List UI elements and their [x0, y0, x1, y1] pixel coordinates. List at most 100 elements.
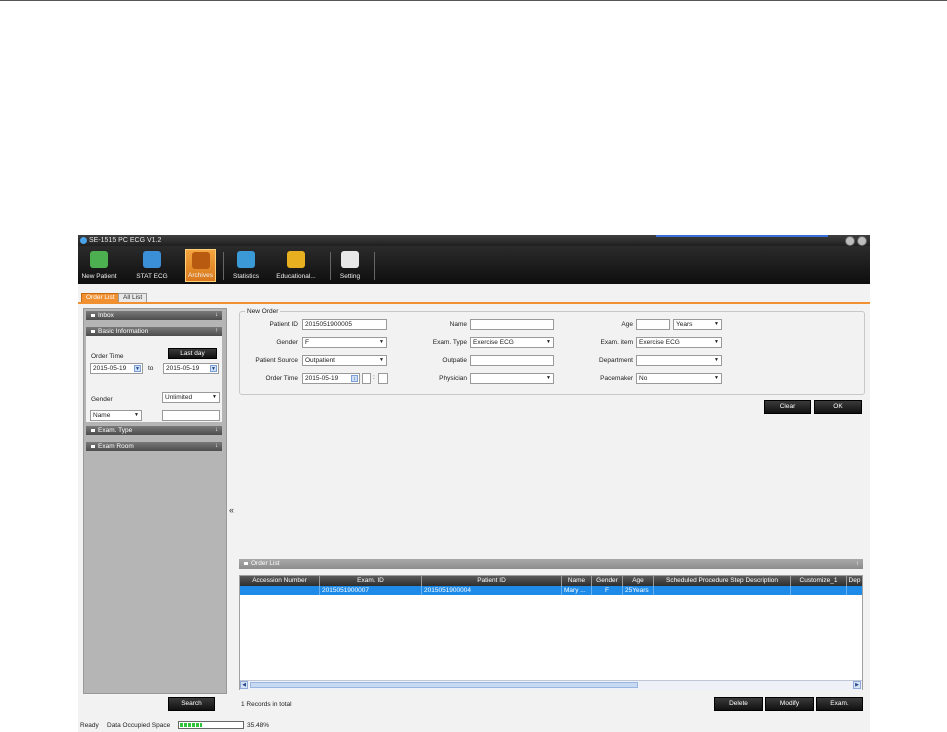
name-search-input[interactable]	[162, 410, 220, 421]
new-patient-label: New Patient	[81, 273, 117, 280]
exam-type-value: Exercise ECG	[473, 339, 514, 346]
new-order-legend: New Order	[245, 308, 281, 315]
table-row[interactable]: 2015051900007 2015051900004 Mary ... F 2…	[240, 586, 862, 595]
title-bar: SE-1515 PC ECG V1.2	[78, 235, 870, 246]
exam-type-select[interactable]: Exercise ECG ▼	[470, 337, 554, 348]
patient-source-select[interactable]: Outpatient ▼	[302, 355, 387, 366]
order-time-value: 2015-05-19	[305, 375, 339, 382]
date-from-value: 2015-05-19	[93, 365, 127, 372]
setting-button[interactable]: Setting	[334, 249, 366, 282]
bullet-icon	[91, 314, 95, 317]
order-time-minute-input[interactable]	[378, 373, 388, 384]
statistics-button[interactable]: Statistics	[228, 249, 264, 282]
order-list-table: Accession Number Exam. ID Patient ID Nam…	[239, 575, 863, 690]
order-time-date[interactable]: 2015-05-19 ↕	[302, 373, 360, 384]
patient-id-input[interactable]: 2015051900005	[302, 319, 387, 330]
bullet-icon	[91, 330, 95, 333]
date-to-picker[interactable]: 2015-05-19 ▼	[163, 363, 219, 374]
tab-underline	[78, 302, 870, 304]
outpatie-input[interactable]	[470, 355, 554, 366]
stat-ecg-button[interactable]: STAT ECG	[132, 249, 172, 282]
educational-label: Educational...	[276, 273, 316, 280]
main-toolbar: New Patient STAT ECG Archives Statistics…	[78, 246, 870, 284]
book-icon	[287, 251, 305, 268]
name-field-select[interactable]: Name ▼	[90, 410, 142, 421]
column-department[interactable]: Dep	[847, 576, 862, 586]
new-order-form: New Order Patient ID 2015051900005 Name …	[239, 308, 865, 395]
gender-label: Gender	[276, 339, 298, 346]
exam-item-select[interactable]: Exercise ECG ▼	[636, 337, 722, 348]
educational-button[interactable]: Educational...	[274, 249, 318, 282]
last-day-button[interactable]: Last day	[168, 348, 217, 359]
minimize-icon[interactable]	[845, 236, 855, 246]
gender-label: Gender	[91, 396, 113, 403]
stat-ecg-label: STAT ECG	[136, 273, 168, 280]
physician-label: Physician	[439, 375, 467, 382]
column-customize-1[interactable]: Customize_1	[791, 576, 847, 586]
physician-select[interactable]: ▼	[470, 373, 554, 384]
search-button[interactable]: Search	[168, 697, 215, 711]
department-select[interactable]: ▼	[636, 355, 722, 366]
scroll-left-icon[interactable]: ◀	[240, 681, 248, 689]
outpatie-label: Outpatie	[442, 357, 467, 364]
column-age[interactable]: Age	[623, 576, 654, 586]
column-patient-id[interactable]: Patient ID	[422, 576, 562, 586]
name-input[interactable]	[470, 319, 554, 330]
order-list-header[interactable]: Order List ↑	[239, 559, 863, 569]
collapse-sidebar-icon[interactable]: «	[229, 505, 234, 515]
scroll-right-icon[interactable]: ▶	[853, 681, 861, 689]
column-accession-number[interactable]: Accession Number	[240, 576, 320, 586]
age-unit-select[interactable]: Years ▼	[673, 319, 722, 330]
bullet-icon	[91, 429, 95, 432]
table-header-row: Accession Number Exam. ID Patient ID Nam…	[240, 576, 862, 586]
exam-item-value: Exercise ECG	[639, 339, 680, 346]
clear-button[interactable]: Clear	[764, 400, 811, 414]
chevron-down-icon[interactable]: ▼	[210, 365, 217, 372]
cell-department	[847, 586, 862, 595]
gender-value: F	[305, 339, 309, 346]
new-patient-button[interactable]: New Patient	[81, 249, 117, 282]
scrollbar-thumb[interactable]	[250, 682, 638, 688]
chevron-down-icon: ▼	[546, 375, 551, 381]
window-title: SE-1515 PC ECG V1.2	[89, 237, 162, 244]
horizontal-scrollbar[interactable]: ◀ ▶	[240, 680, 862, 690]
cell-age: 25Years	[623, 586, 654, 595]
modify-button[interactable]: Modify	[765, 697, 814, 711]
order-time-hour-input[interactable]	[362, 373, 371, 384]
ok-button[interactable]: OK	[814, 400, 862, 414]
date-from-picker[interactable]: 2015-05-19 ▼	[90, 363, 143, 374]
exam-button[interactable]: Exam.	[816, 697, 863, 711]
spinner-icon[interactable]: ↕	[351, 375, 358, 382]
pie-chart-icon	[237, 251, 255, 268]
data-space-percent: 35.48%	[247, 722, 270, 729]
basic-information-panel: Order Time Last day 2015-05-19 ▼ to 2015…	[86, 336, 222, 422]
basic-information-header[interactable]: Basic Information ↑	[86, 327, 222, 336]
basic-information-label: Basic Information	[98, 328, 149, 335]
exam-type-section-header[interactable]: Exam. Type ↓	[86, 426, 222, 435]
delete-button[interactable]: Delete	[714, 697, 763, 711]
expand-icon: ↓	[215, 443, 218, 449]
exam-item-label: Exam. item	[600, 339, 633, 346]
inbox-section-header[interactable]: Inbox ↓	[86, 311, 222, 320]
archives-button[interactable]: Archives	[185, 249, 216, 282]
order-time-label: Order Time	[91, 353, 124, 360]
gender-select[interactable]: Unlimited ▼	[162, 392, 220, 403]
column-gender[interactable]: Gender	[592, 576, 623, 586]
column-name[interactable]: Name	[562, 576, 592, 586]
gender-select[interactable]: F ▼	[302, 337, 387, 348]
order-time-label: Order Time	[265, 375, 298, 382]
toolbar-separator	[330, 252, 331, 280]
exam-room-section-header[interactable]: Exam Room ↓	[86, 442, 222, 451]
chevron-down-icon[interactable]: ▼	[134, 365, 141, 372]
chevron-down-icon: ▼	[714, 339, 719, 345]
chevron-down-icon: ▼	[714, 321, 719, 327]
close-icon[interactable]	[857, 236, 867, 246]
bullet-icon	[91, 445, 95, 448]
column-exam-id[interactable]: Exam. ID	[320, 576, 422, 586]
pacemaker-select[interactable]: No ▼	[636, 373, 722, 384]
exam-room-label: Exam Room	[98, 443, 134, 450]
column-procedure-description[interactable]: Scheduled Procedure Step Description	[654, 576, 791, 586]
status-ready: Ready	[80, 722, 99, 729]
age-input[interactable]	[636, 319, 670, 330]
expand-icon: ↓	[215, 427, 218, 433]
